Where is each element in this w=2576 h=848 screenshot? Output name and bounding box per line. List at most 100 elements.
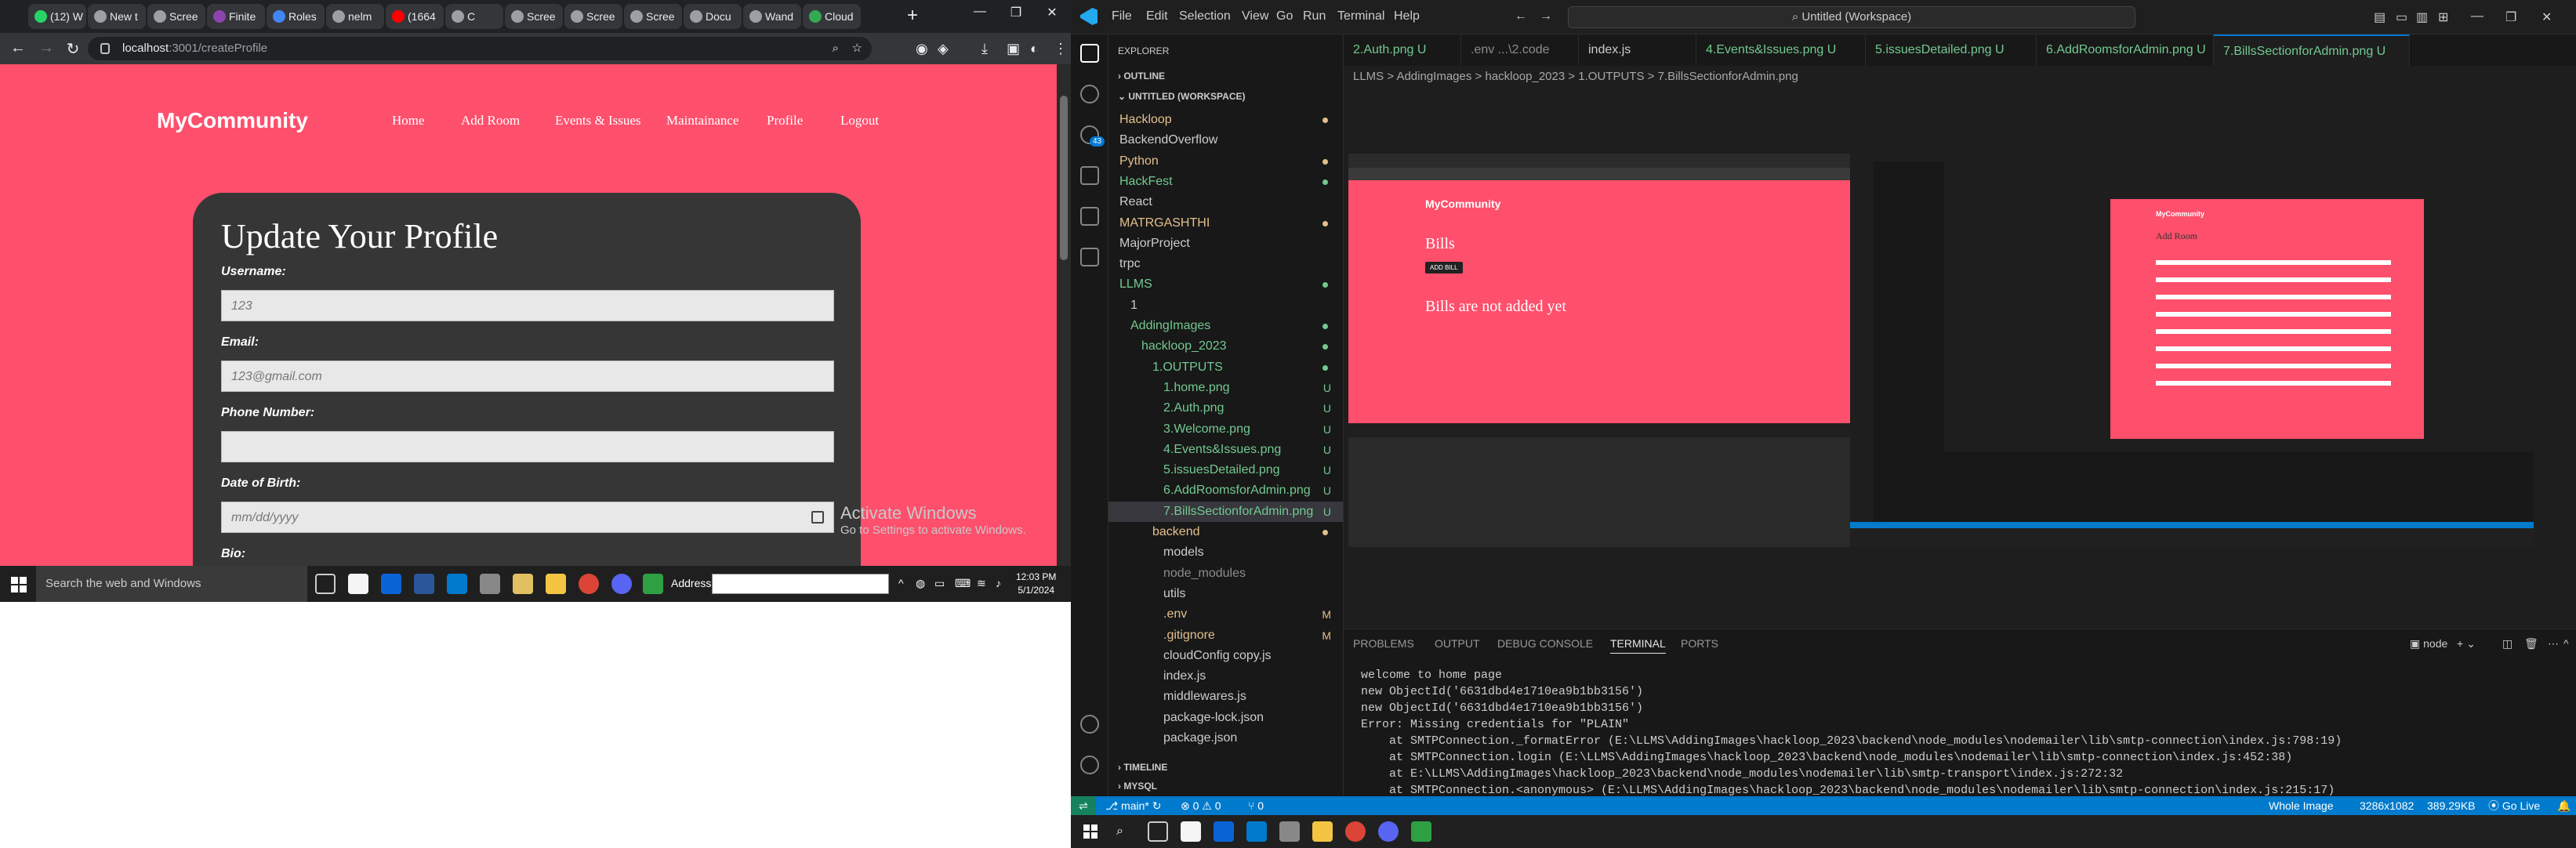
tree-item[interactable]: 1.home.png U xyxy=(1108,378,1343,398)
site-info-icon[interactable] xyxy=(100,43,110,54)
tree-item[interactable]: 4.Events&Issues.png U xyxy=(1108,440,1343,460)
nav-home[interactable]: Home xyxy=(392,113,425,129)
notifications-icon[interactable]: 🔔 xyxy=(2557,796,2571,815)
tree-item[interactable]: 1.OUTPUTS xyxy=(1108,357,1343,378)
tree-item[interactable]: 1 xyxy=(1108,295,1343,316)
app-icon[interactable] xyxy=(480,574,500,594)
zoom-icon[interactable]: ⌕ xyxy=(833,37,839,60)
discord-icon[interactable] xyxy=(611,574,632,594)
tree-item[interactable]: 2.Auth.png U xyxy=(1108,398,1343,419)
nav-maintainance[interactable]: Maintainance xyxy=(666,113,739,129)
tree-item[interactable]: React xyxy=(1108,192,1343,212)
ports-status[interactable]: ⑂ 0 xyxy=(1248,796,1264,815)
phone-field[interactable] xyxy=(221,431,834,462)
wifi-icon[interactable]: ≋ xyxy=(977,577,986,590)
windows-start-icon[interactable] xyxy=(11,577,27,593)
tab-ports[interactable]: PORTS xyxy=(1681,637,1718,650)
nav-back-icon[interactable]: ← xyxy=(1515,9,1527,24)
maximize-icon[interactable]: ❐ xyxy=(2505,9,2516,25)
tree-item[interactable]: 7.BillsSectionforAdmin.png U xyxy=(1108,501,1343,522)
tree-item[interactable]: index.js xyxy=(1108,666,1343,687)
taskbar-clock[interactable]: 12:03 PM 5/1/2024 xyxy=(1016,571,1056,597)
close-window-icon[interactable]: ✕ xyxy=(2542,9,2552,25)
accounts-icon[interactable] xyxy=(1080,715,1099,734)
tree-item[interactable]: cloudConfig copy.js xyxy=(1108,646,1343,666)
app-icon[interactable] xyxy=(643,574,663,594)
browser-tab[interactable]: New t xyxy=(88,4,146,29)
browser-tab[interactable]: Roles xyxy=(267,4,325,29)
bookmark-star-icon[interactable]: ☆ xyxy=(852,37,862,60)
menu-help[interactable]: Help xyxy=(1394,9,1420,24)
browser-tab[interactable]: Docu xyxy=(684,4,742,29)
dob-field[interactable]: mm/dd/yyyy xyxy=(221,502,834,533)
tree-item[interactable]: trpc xyxy=(1108,254,1343,274)
nav-events-issues[interactable]: Events & Issues xyxy=(555,113,641,129)
mysql-section[interactable]: › MYSQL xyxy=(1108,781,1157,792)
settings-gear-icon[interactable] xyxy=(1080,756,1099,774)
editor-tab[interactable]: 2.Auth.png U xyxy=(1344,34,1461,66)
tree-item[interactable]: MajorProject xyxy=(1108,234,1343,254)
forward-icon[interactable]: → xyxy=(36,39,56,57)
editor-tab[interactable]: 4.Events&Issues.png U xyxy=(1696,34,1866,66)
address-toolbar-input[interactable] xyxy=(712,574,889,594)
mail-icon[interactable] xyxy=(381,574,401,594)
back-icon[interactable]: ← xyxy=(8,39,28,57)
browser-tab[interactable]: Wand xyxy=(743,4,801,29)
show-hidden-icons-icon[interactable]: ^ xyxy=(898,577,904,589)
scrollbar-thumb[interactable] xyxy=(1060,96,1068,260)
store-icon[interactable] xyxy=(1181,821,1201,842)
browser-tab[interactable]: Scree xyxy=(147,4,205,29)
tree-item[interactable]: 6.AddRoomsforAdmin.png U xyxy=(1108,480,1343,501)
menu-edit[interactable]: Edit xyxy=(1146,9,1168,24)
menu-go[interactable]: Go xyxy=(1276,9,1293,24)
taskbar-search-box[interactable]: Search the web and Windows xyxy=(36,566,307,602)
tree-item[interactable]: Hackloop xyxy=(1108,110,1343,130)
profile-avatar-icon[interactable]: ◐ xyxy=(1030,41,1039,57)
tree-item[interactable]: models xyxy=(1108,542,1343,563)
explorer-icon[interactable] xyxy=(1080,44,1099,63)
browser-tab[interactable]: Finite xyxy=(207,4,265,29)
browser-tab[interactable]: Scree xyxy=(505,4,563,29)
breadcrumb[interactable]: LLMS > AddingImages > hackloop_2023 > 1.… xyxy=(1344,66,2576,88)
search-icon[interactable]: ⌕ xyxy=(1116,824,1123,839)
trash-icon[interactable]: 🗑 xyxy=(2524,637,2538,650)
menu-terminal[interactable]: Terminal xyxy=(1337,9,1384,24)
menu-file[interactable]: File xyxy=(1112,9,1132,24)
file-explorer-icon[interactable] xyxy=(546,574,566,594)
tab-terminal[interactable]: TERMINAL xyxy=(1610,637,1666,654)
browser-tab[interactable]: (12) W xyxy=(28,4,86,29)
maximize-panel-icon[interactable]: ^ xyxy=(2563,637,2569,650)
go-live-button[interactable]: ⦿ Go Live xyxy=(2488,796,2540,815)
tree-item[interactable]: BackendOverflow xyxy=(1108,130,1343,150)
toggle-sidebar-icon[interactable]: ▤ xyxy=(2374,9,2386,25)
tree-item[interactable]: 3.Welcome.png U xyxy=(1108,419,1343,440)
file-explorer-icon[interactable] xyxy=(1312,821,1333,842)
app-icon[interactable] xyxy=(513,574,533,594)
task-view-icon[interactable] xyxy=(1148,821,1168,842)
tree-item[interactable]: hackloop_2023 xyxy=(1108,336,1343,357)
app-icon[interactable] xyxy=(1411,821,1431,842)
command-center[interactable]: ⌕ Untitled (Workspace) xyxy=(1568,6,2135,28)
customize-layout-icon[interactable]: ⊞ xyxy=(2438,9,2448,25)
store-icon[interactable] xyxy=(348,574,368,594)
tree-item[interactable]: LLMS xyxy=(1108,274,1343,295)
nav-forward-icon[interactable]: → xyxy=(1540,9,1552,24)
editor-tab[interactable]: 6.AddRoomsforAdmin.png U xyxy=(2037,34,2214,66)
tree-item[interactable]: utils xyxy=(1108,584,1343,604)
toggle-panel-icon[interactable]: ▭ xyxy=(2396,9,2407,25)
email-field[interactable]: 123@gmail.com xyxy=(221,361,834,392)
username-field[interactable]: 123 xyxy=(221,290,834,321)
task-view-icon[interactable] xyxy=(315,574,336,594)
discord-icon[interactable] xyxy=(1378,821,1399,842)
tab-debug-console[interactable]: DEBUG CONSOLE xyxy=(1497,637,1593,650)
editor-tab[interactable]: .env ...\2.code xyxy=(1461,34,1579,66)
outline-section[interactable]: › OUTLINE xyxy=(1108,71,1165,82)
vscode-icon[interactable] xyxy=(1246,821,1267,842)
mail-icon[interactable] xyxy=(1214,821,1234,842)
terminal-shell-selector[interactable]: ▣ node xyxy=(2410,637,2447,650)
address-bar[interactable]: localhost:3001/createProfile ⌕ ☆ xyxy=(88,37,872,60)
git-branch[interactable]: ⎇ main* ↻ xyxy=(1105,796,1161,815)
chrome-icon[interactable] xyxy=(579,574,599,594)
app-icon[interactable] xyxy=(1279,821,1300,842)
vscode-icon[interactable] xyxy=(447,574,467,594)
